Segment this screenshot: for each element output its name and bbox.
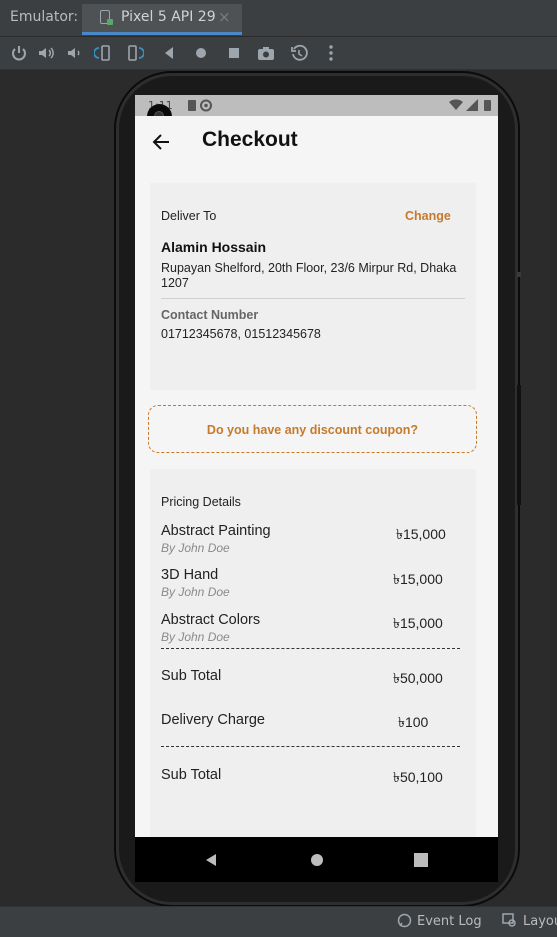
- snapshot-icon[interactable]: [290, 44, 308, 62]
- layout-inspector-button[interactable]: Layou: [523, 914, 557, 929]
- recipient-name: Alamin Hossain: [161, 239, 267, 255]
- delivery-charge-label: Delivery Charge: [161, 712, 265, 728]
- close-tab-icon[interactable]: ×: [218, 8, 231, 26]
- item-price: ৳15,000: [396, 526, 446, 542]
- item-name: 3D Hand: [161, 567, 219, 583]
- volume-down-icon[interactable]: [65, 44, 83, 62]
- event-log-icon: [397, 913, 412, 928]
- home-icon[interactable]: [192, 44, 210, 62]
- item-name: Abstract Painting: [161, 523, 271, 539]
- nav-home-icon[interactable]: [309, 852, 325, 868]
- power-icon[interactable]: [10, 44, 28, 62]
- more-icon[interactable]: [322, 44, 340, 62]
- subtotal-value: ৳50,000: [393, 670, 443, 686]
- page-title: Checkout: [202, 128, 298, 151]
- item-artist: By John Doe: [161, 630, 230, 644]
- items-divider: [161, 648, 460, 649]
- contact-number-label: Contact Number: [161, 308, 259, 322]
- nav-overview-icon[interactable]: [413, 852, 429, 868]
- subtotal-label: Sub Total: [161, 668, 222, 684]
- pricing-details-title: Pricing Details: [161, 495, 241, 509]
- total-label: Sub Total: [161, 767, 222, 783]
- address-line-1: Rupayan Shelford, 20th Floor, 23/6 Mirpu…: [161, 261, 457, 275]
- volume-up-icon[interactable]: [37, 44, 55, 62]
- address-line-2: 1207: [161, 276, 189, 290]
- volume-rocker: [517, 385, 521, 505]
- nav-back-icon[interactable]: [203, 852, 219, 868]
- delivery-divider: [161, 298, 465, 299]
- emulator-toolbar: [0, 37, 557, 70]
- item-price: ৳15,000: [393, 571, 443, 587]
- active-tab-indicator: [82, 32, 242, 35]
- contact-number-value: 01712345678, 01512345678: [161, 327, 321, 341]
- discount-coupon-label: Do you have any discount coupon?: [206, 423, 419, 437]
- item-artist: By John Doe: [161, 585, 230, 599]
- delivery-charge-value: ৳100: [398, 714, 429, 730]
- total-value: ৳50,100: [393, 769, 443, 785]
- emulator-label: Emulator:: [10, 9, 79, 25]
- overview-icon[interactable]: [225, 44, 243, 62]
- device-running-dot: [107, 19, 113, 25]
- layout-inspector-icon: [502, 913, 516, 927]
- back-arrow-icon[interactable]: [150, 131, 172, 153]
- back-icon[interactable]: [160, 44, 178, 62]
- event-log-button[interactable]: Event Log: [417, 914, 482, 929]
- total-divider: [161, 746, 460, 747]
- item-name: Abstract Colors: [161, 612, 261, 628]
- screenshot-icon[interactable]: [257, 44, 275, 62]
- notification-icons: [188, 99, 212, 112]
- rotate-left-icon[interactable]: [94, 44, 112, 62]
- rotate-right-icon[interactable]: [126, 44, 144, 62]
- item-price: ৳15,000: [393, 615, 443, 631]
- item-artist: By John Doe: [161, 541, 230, 555]
- signal-battery-icons: [449, 99, 491, 111]
- change-address-button[interactable]: Change: [405, 209, 451, 223]
- deliver-to-label: Deliver To: [161, 209, 217, 223]
- power-button: [517, 272, 521, 277]
- device-tab-label: Pixel 5 API 29: [121, 9, 216, 25]
